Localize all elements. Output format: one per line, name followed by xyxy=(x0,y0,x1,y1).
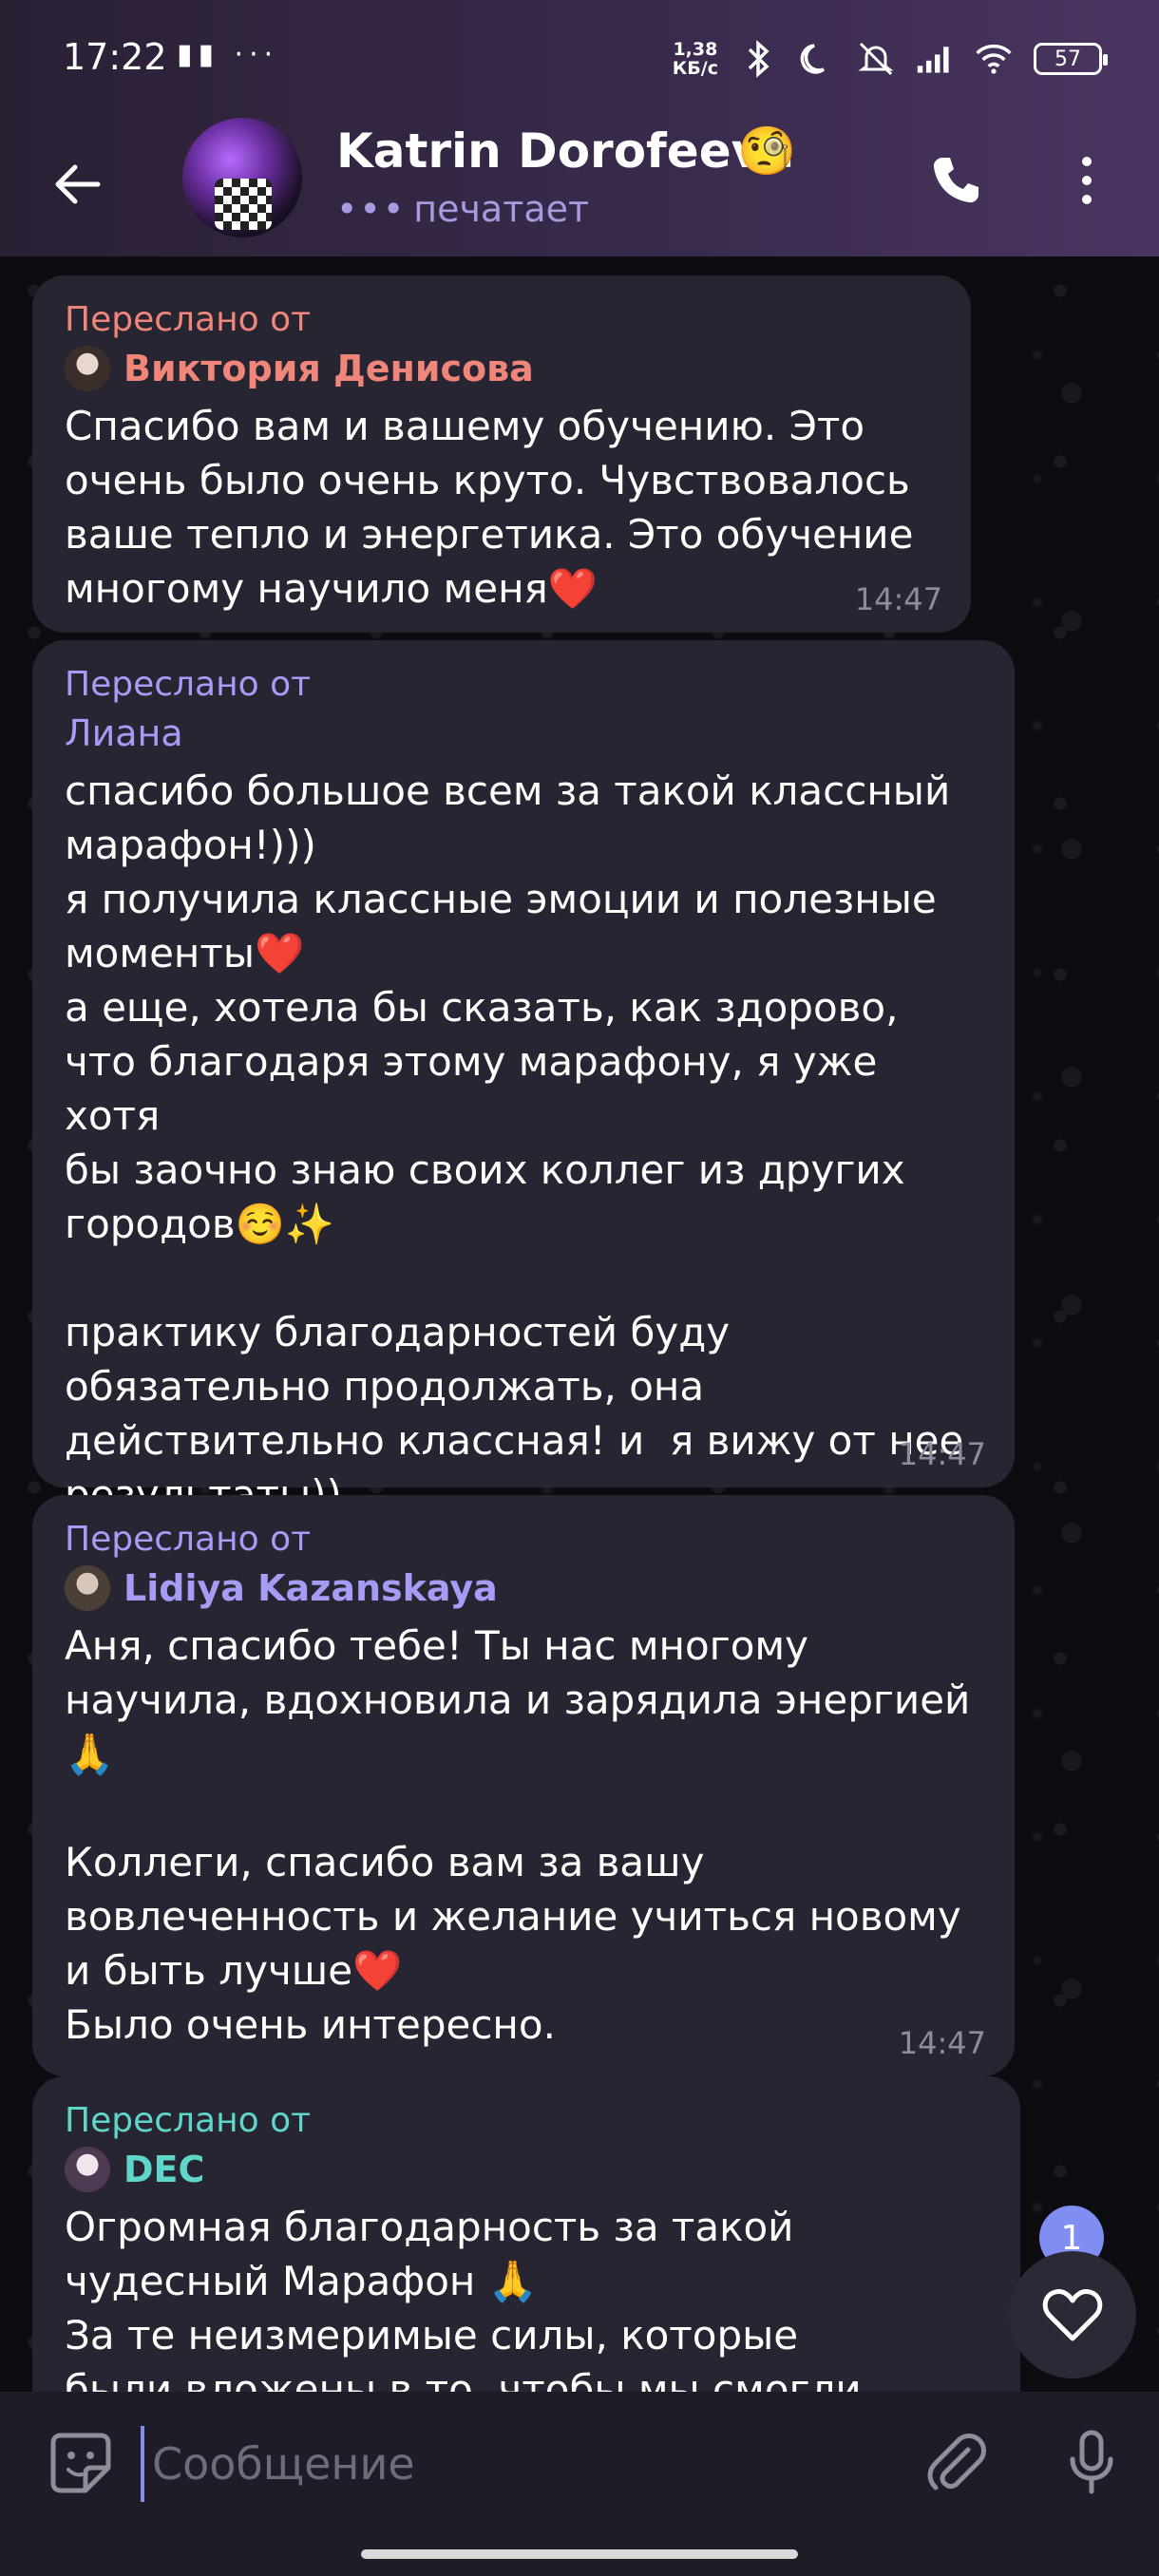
author-avatar xyxy=(65,1565,110,1611)
chat-messages-area[interactable]: Переслано от Виктория Денисова Спасибо в… xyxy=(0,256,1159,2392)
bluetooth-icon xyxy=(739,40,777,78)
contact-avatar[interactable] xyxy=(182,118,302,237)
contact-name[interactable]: Katrin Dorofeeva xyxy=(336,123,794,179)
network-speed-value: 1,38 xyxy=(673,39,718,60)
back-button[interactable] xyxy=(42,148,114,220)
forwarded-author-name: Лиана xyxy=(65,712,183,754)
paperclip-icon xyxy=(927,2434,986,2491)
notification-icons: ▮▮ ··· xyxy=(177,38,279,71)
message-text: Огромная благодарность за такой чудесный… xyxy=(65,2204,862,2392)
home-indicator[interactable] xyxy=(361,2549,798,2559)
wifi-icon xyxy=(975,40,1013,78)
sticker-emoji-button[interactable] xyxy=(38,2420,124,2506)
author-avatar xyxy=(65,2147,110,2192)
message-bubble[interactable]: Переслано от Лиана спасибо большое всем … xyxy=(32,640,1015,1518)
call-button[interactable] xyxy=(918,142,994,218)
forwarded-author[interactable]: DEC xyxy=(65,2145,988,2194)
signal-icon xyxy=(916,40,954,78)
mute-bell-icon xyxy=(857,40,895,78)
message-time: 14:47 xyxy=(898,2025,986,2061)
heart-icon xyxy=(1042,2289,1103,2341)
more-vertical-icon xyxy=(1082,157,1092,204)
forwarded-author-name: DEC xyxy=(124,2149,205,2190)
system-navigation-bar xyxy=(0,2534,1159,2576)
battery-indicator: 57 xyxy=(1034,43,1108,75)
message-bubble[interactable]: Переслано от Lidiya Kazanskaya Аня, спас… xyxy=(32,1495,1015,2076)
status-time: 17:22 xyxy=(63,36,167,78)
typing-status-text: печатает xyxy=(413,188,590,230)
microphone-icon xyxy=(1070,2430,1113,2494)
status-bar: 17:22 ▮▮ ··· 1,38 КБ/с 57 xyxy=(0,0,1159,114)
contact-name-emoji: 🧐 xyxy=(737,123,797,179)
phone-icon xyxy=(933,158,978,203)
message-input-bar xyxy=(0,2392,1159,2534)
forwarded-author[interactable]: Виктория Денисова xyxy=(65,344,939,393)
more-options-button[interactable] xyxy=(1058,142,1115,218)
voice-record-button[interactable] xyxy=(1049,2420,1134,2506)
typing-status: ••• печатает xyxy=(336,188,589,230)
forwarded-author[interactable]: Лиана xyxy=(65,709,982,758)
moon-icon xyxy=(798,40,836,78)
message-bubble[interactable]: Переслано от Виктория Денисова Спасибо в… xyxy=(32,275,971,633)
network-speed: 1,38 КБ/с xyxy=(673,40,718,78)
author-avatar xyxy=(65,346,110,391)
forwarded-label: Переслано от xyxy=(65,2101,312,2140)
avatar-pattern xyxy=(215,179,272,230)
message-text: Спасибо вам и вашему обучению. Это очень… xyxy=(65,403,914,612)
message-text: Аня, спасибо тебе! Ты нас многому научил… xyxy=(65,1622,971,2048)
chat-header: Katrin Dorofeeva 🧐 ••• печатает xyxy=(0,114,1159,256)
message-bubble[interactable]: Переслано от DEC Огромная благодарность … xyxy=(32,2076,1020,2392)
back-arrow-icon xyxy=(55,164,101,204)
forwarded-author[interactable]: Lidiya Kazanskaya xyxy=(65,1563,982,1613)
sticker-smile-icon xyxy=(50,2433,111,2493)
message-text: спасибо большое всем за такой классный м… xyxy=(65,767,964,1518)
forwarded-label: Переслано от xyxy=(65,665,312,704)
reaction-button[interactable] xyxy=(1009,2251,1136,2378)
forwarded-label: Переслано от xyxy=(65,1520,312,1559)
message-time: 14:47 xyxy=(854,581,942,617)
message-input[interactable] xyxy=(141,2426,882,2502)
typing-dots: ••• xyxy=(336,188,407,230)
attach-button[interactable] xyxy=(914,2420,999,2506)
message-time: 14:47 xyxy=(898,1436,986,1472)
forwarded-label: Переслано от xyxy=(65,300,312,339)
forwarded-author-name: Lidiya Kazanskaya xyxy=(124,1567,498,1609)
forwarded-author-name: Виктория Денисова xyxy=(124,348,534,389)
status-right-group: 1,38 КБ/с 57 xyxy=(673,32,1108,85)
network-speed-unit: КБ/с xyxy=(672,58,718,79)
